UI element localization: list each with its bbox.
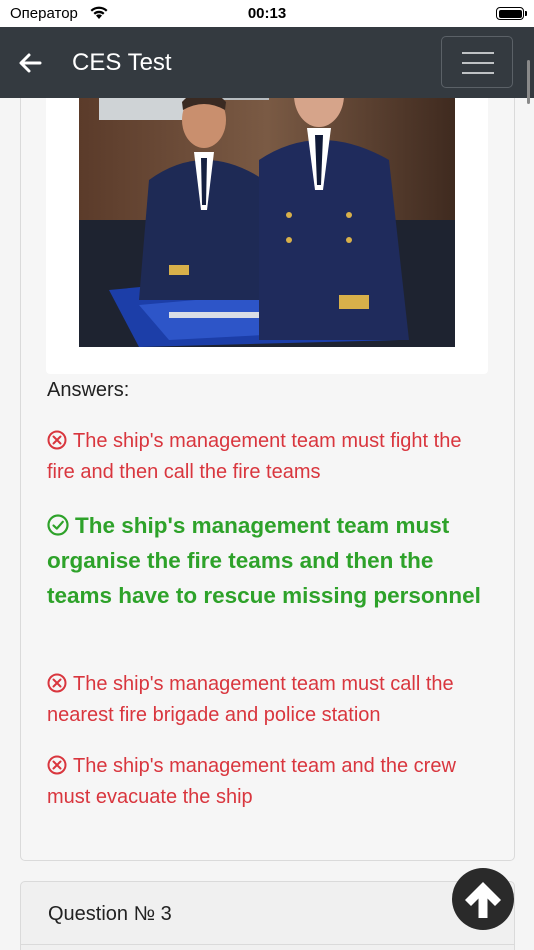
x-circle-icon (47, 755, 67, 775)
next-question-card[interactable]: Question № 3 (20, 881, 515, 950)
answer-option-1: The ship's management team must fight th… (47, 426, 487, 488)
answer-option-2-correct: The ship's management team must organise… (47, 508, 487, 613)
x-circle-icon (47, 673, 67, 693)
status-bar: Оператор 00:13 (0, 0, 534, 27)
menu-line (462, 72, 494, 74)
page-title: CES Test (72, 49, 172, 76)
clock: 00:13 (247, 5, 287, 22)
menu-line (462, 62, 494, 64)
check-circle-icon (47, 514, 69, 536)
answer-text: The ship's management team must organise… (47, 513, 481, 608)
back-arrow-icon[interactable] (14, 47, 46, 79)
answer-option-3: The ship's management team must call the… (47, 669, 487, 731)
next-question-header[interactable]: Question № 3 (21, 882, 514, 945)
answer-option-4: The ship's management team and the crew … (47, 751, 487, 813)
battery-icon (496, 7, 527, 20)
answer-text: The ship's management team and the crew … (47, 755, 456, 808)
menu-line (462, 52, 494, 54)
arrow-up-icon (465, 882, 501, 918)
x-circle-icon (47, 430, 67, 450)
answers-heading: Answers: (47, 379, 130, 401)
app-navbar: CES Test (0, 27, 534, 98)
scroll-indicator[interactable] (527, 60, 530, 104)
hamburger-menu-button[interactable] (441, 36, 513, 88)
scroll-to-top-button[interactable] (452, 868, 514, 930)
answer-text: The ship's management team must fight th… (47, 430, 462, 483)
answer-text: The ship's management team must call the… (47, 673, 454, 726)
next-question-title: Question № 3 (48, 903, 172, 925)
